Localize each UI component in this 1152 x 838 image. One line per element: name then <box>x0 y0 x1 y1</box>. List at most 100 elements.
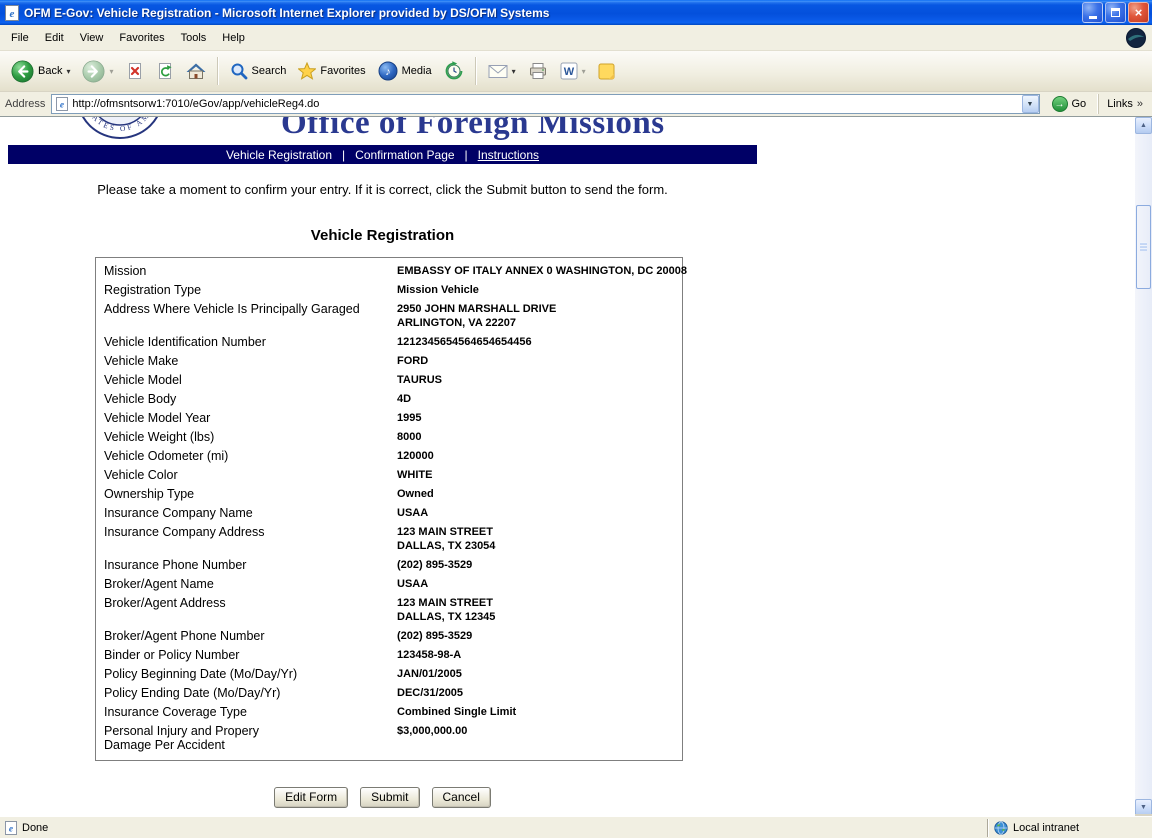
field-label: Policy Ending Date (Mo/Day/Yr) <box>96 683 397 702</box>
security-zone-pane: Local intranet <box>987 819 1152 837</box>
menu-bar: FileEditViewFavoritesToolsHelp <box>0 25 1152 51</box>
toolbar: Back ▾ ▾ <box>0 51 1152 92</box>
go-label: Go <box>1072 98 1087 110</box>
field-label: Insurance Phone Number <box>96 555 397 574</box>
history-button[interactable] <box>439 58 469 84</box>
links-bar[interactable]: Links » <box>1098 94 1147 114</box>
close-icon: × <box>1135 6 1143 19</box>
edit-form-button[interactable]: Edit Form <box>274 787 348 808</box>
refresh-button[interactable] <box>151 59 179 83</box>
home-icon <box>186 62 206 80</box>
home-button[interactable] <box>181 59 211 83</box>
menu-item-view[interactable]: View <box>72 28 112 48</box>
page-content: STATES OF AME Office of Foreign Missions… <box>0 117 1135 816</box>
field-value: 4D <box>397 389 682 408</box>
toolbar-separator <box>475 57 477 85</box>
media-button[interactable]: ♪ Media <box>373 58 437 84</box>
table-row: Vehicle ModelTAURUS <box>96 370 682 389</box>
close-button[interactable]: × <box>1128 2 1149 23</box>
cancel-button[interactable]: Cancel <box>432 787 491 808</box>
address-label: Address <box>5 98 45 110</box>
menu-item-edit[interactable]: Edit <box>37 28 72 48</box>
table-row: Registration TypeMission Vehicle <box>96 280 682 299</box>
menu-item-help[interactable]: Help <box>214 28 253 48</box>
field-value: 120000 <box>397 446 682 465</box>
maximize-button[interactable] <box>1105 2 1126 23</box>
menu-item-file[interactable]: File <box>3 28 37 48</box>
go-button[interactable]: → Go <box>1046 95 1093 113</box>
word-dropdown-icon: ▾ <box>582 67 586 76</box>
minimize-button[interactable] <box>1082 2 1103 23</box>
print-button[interactable] <box>523 59 553 83</box>
scroll-down-button[interactable]: ▼ <box>1135 799 1152 816</box>
links-label: Links <box>1107 98 1133 110</box>
stop-button[interactable] <box>121 59 149 83</box>
edit-with-word-button[interactable]: W ▾ <box>555 59 591 83</box>
address-combobox: e ▼ <box>51 94 1039 114</box>
address-dropdown-button[interactable]: ▼ <box>1022 95 1039 113</box>
scroll-up-button[interactable]: ▲ <box>1135 117 1152 134</box>
table-row: Binder or Policy Number123458-98-A <box>96 645 682 664</box>
forward-button[interactable]: ▾ <box>77 57 118 86</box>
discuss-button[interactable] <box>593 60 620 83</box>
field-label: Vehicle Body <box>96 389 397 408</box>
scrollbar-track[interactable] <box>1135 134 1152 799</box>
maximize-icon <box>1111 8 1120 17</box>
svg-text:W: W <box>563 66 574 78</box>
registration-table: MissionEMBASSY OF ITALY ANNEX 0 WASHINGT… <box>95 257 683 761</box>
field-label: Policy Beginning Date (Mo/Day/Yr) <box>96 664 397 683</box>
table-row: Broker/Agent Address123 MAIN STREET DALL… <box>96 593 682 626</box>
mail-icon <box>488 64 508 79</box>
table-row: Insurance Company NameUSAA <box>96 503 682 522</box>
field-value: $3,000,000.00 <box>397 721 682 754</box>
ie-e-glyph: e <box>10 8 15 20</box>
form-buttons: Edit Form Submit Cancel <box>8 787 757 808</box>
zone-text: Local intranet <box>1013 822 1079 834</box>
nav-item-confirmation-page[interactable]: Confirmation Page <box>355 148 454 162</box>
back-button[interactable]: Back ▾ <box>6 57 75 86</box>
field-value: 123 MAIN STREET DALLAS, TX 12345 <box>397 593 682 626</box>
media-label: Media <box>402 65 432 77</box>
field-value: USAA <box>397 503 682 522</box>
page-nav: Vehicle Registration|Confirmation Page|I… <box>8 145 757 164</box>
scrollbar-thumb[interactable] <box>1136 205 1151 289</box>
mail-dropdown-icon[interactable]: ▾ <box>512 67 516 76</box>
submit-button[interactable]: Submit <box>360 787 419 808</box>
table-row: Policy Beginning Date (Mo/Day/Yr)JAN/01/… <box>96 664 682 683</box>
title-bar: e OFM E-Gov: Vehicle Registration - Micr… <box>0 0 1152 25</box>
toolbar-separator <box>217 57 219 85</box>
nav-item-instructions[interactable]: Instructions <box>478 148 539 162</box>
field-label: Vehicle Model <box>96 370 397 389</box>
links-chevron-icon: » <box>1137 98 1143 110</box>
field-label: Vehicle Model Year <box>96 408 397 427</box>
table-row: Insurance Company Address123 MAIN STREET… <box>96 522 682 555</box>
brand-logo-icon <box>1125 27 1147 49</box>
back-dropdown-icon[interactable]: ▾ <box>66 67 70 76</box>
field-value: USAA <box>397 574 682 593</box>
field-value: 8000 <box>397 427 682 446</box>
field-label: Insurance Coverage Type <box>96 702 397 721</box>
field-label: Vehicle Identification Number <box>96 332 397 351</box>
field-label: Vehicle Make <box>96 351 397 370</box>
registration-table-body: MissionEMBASSY OF ITALY ANNEX 0 WASHINGT… <box>96 261 682 754</box>
stop-icon <box>126 62 144 80</box>
menu-item-favorites[interactable]: Favorites <box>111 28 172 48</box>
mail-button[interactable]: ▾ <box>483 61 521 82</box>
menu-item-tools[interactable]: Tools <box>173 28 215 48</box>
favorites-button[interactable]: Favorites <box>293 59 370 83</box>
menu-items: FileEditViewFavoritesToolsHelp <box>3 28 253 48</box>
table-row: Broker/Agent Phone Number(202) 895-3529 <box>96 626 682 645</box>
nav-item-vehicle-registration[interactable]: Vehicle Registration <box>226 148 332 162</box>
field-label: Broker/Agent Name <box>96 574 397 593</box>
field-label: Broker/Agent Address <box>96 593 397 626</box>
window-controls: × <box>1082 2 1149 23</box>
search-icon <box>230 62 248 80</box>
ofm-seal-logo: STATES OF AME <box>75 117 165 140</box>
address-input[interactable] <box>72 96 1021 112</box>
history-icon <box>444 61 464 81</box>
search-button[interactable]: Search <box>225 59 292 83</box>
status-text: Done <box>22 822 48 834</box>
table-row: Personal Injury and Propery Damage Per A… <box>96 721 682 754</box>
table-row: Vehicle Body4D <box>96 389 682 408</box>
media-icon: ♪ <box>378 61 398 81</box>
